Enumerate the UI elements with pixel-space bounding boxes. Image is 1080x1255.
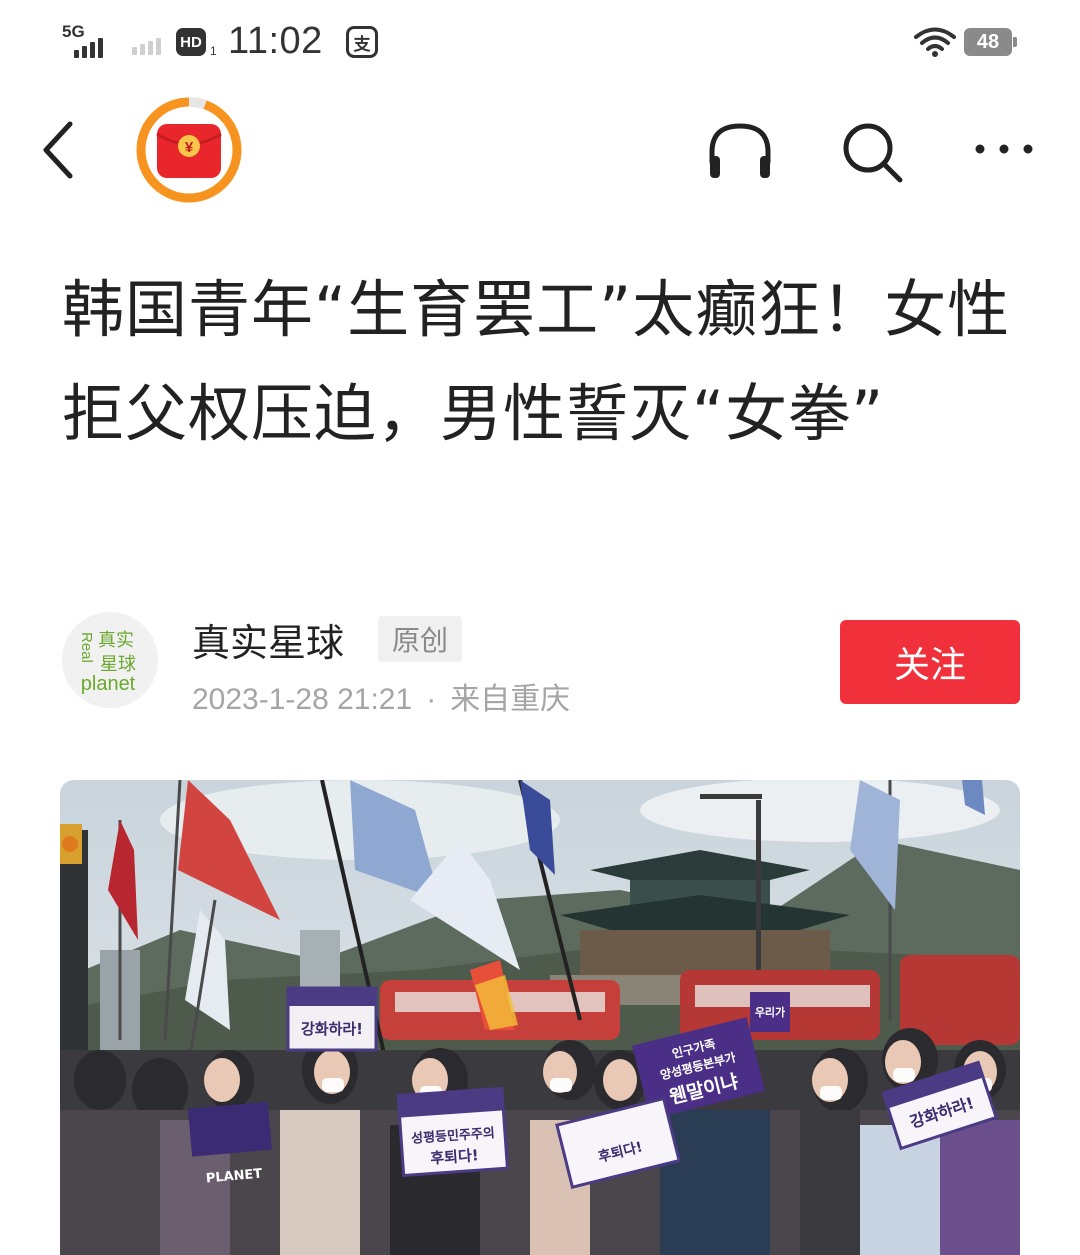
original-badge: 原创	[378, 616, 463, 662]
post-date: 2023-1-28 21:21	[192, 683, 413, 716]
battery-indicator: 48	[964, 28, 1017, 56]
more-dots-icon[interactable]	[972, 134, 1036, 164]
meta-separator: ·	[426, 683, 437, 716]
wifi-icon	[914, 27, 956, 57]
sign-text-3: 후퇴다!	[430, 1146, 479, 1167]
follow-button[interactable]: 关注	[840, 620, 1020, 704]
cellular-signal-icon: 5G	[62, 22, 112, 58]
chevron-left-icon[interactable]	[36, 120, 84, 180]
search-icon[interactable]	[840, 120, 904, 184]
sign-text-9: 우리가	[755, 1005, 785, 1019]
author-name[interactable]: 真实星球	[192, 612, 344, 667]
post-meta: 2023-1-28 21:21 · 来自重庆	[192, 674, 570, 718]
alipay-icon: 支	[346, 26, 378, 58]
author-avatar[interactable]: 真实 星球 Real planet	[62, 612, 158, 708]
avatar-text-cn2: 星球	[100, 654, 136, 675]
red-packet-symbol: ¥	[185, 139, 194, 156]
top-nav-bar: ¥	[0, 90, 1080, 210]
secondary-signal-icon	[132, 38, 161, 55]
protest-photo-illustration: 강화하라! 성평등민주주의 후퇴다! 인구가족 양성평등본부가 웬말이냐 강화하…	[60, 780, 1020, 1255]
red-packet-icon[interactable]: ¥	[135, 96, 243, 204]
post-location: 来自重庆	[450, 683, 571, 716]
hd-voice-icon: HD	[176, 28, 206, 56]
clock: 11:02	[228, 20, 323, 62]
headphone-icon[interactable]	[706, 120, 774, 182]
status-bar: 5G HD 1 11:02 支 48	[0, 0, 1080, 90]
sign-text-1: 강화하라!	[301, 1020, 363, 1038]
article-photo[interactable]: 강화하라! 성평등민주주의 후퇴다! 인구가족 양성평등본부가 웬말이냐 강화하…	[60, 780, 1020, 1255]
article-title: 韩国青年“生育罢工”太癫狂！女性拒父权压迫，男性誓灭“女拳”	[62, 273, 1011, 450]
avatar-text-en2: planet	[81, 673, 136, 695]
avatar-text-en1: Real	[78, 632, 95, 663]
avatar-text-cn1: 真实	[98, 630, 134, 651]
hd-sim-index: 1	[210, 44, 217, 58]
